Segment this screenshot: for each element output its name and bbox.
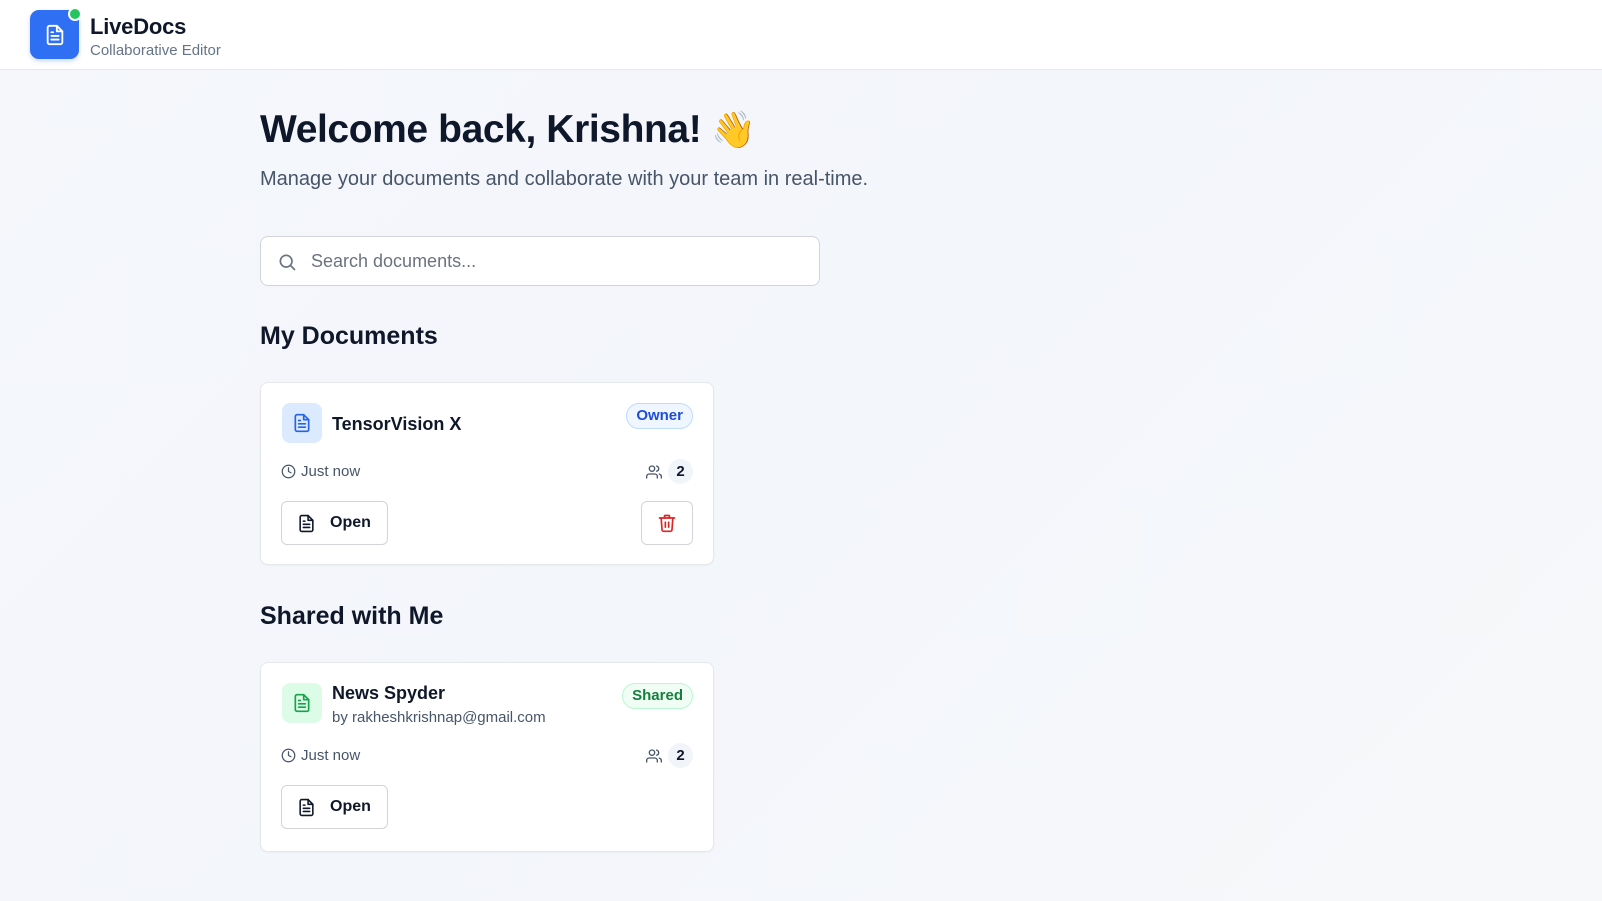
my-documents-heading: My Documents <box>260 322 438 350</box>
search-icon <box>279 254 296 271</box>
open-button-label: Open <box>330 514 371 531</box>
welcome-heading: Welcome back, Krishna! 👋 <box>260 108 756 152</box>
document-title[interactable]: TensorVision X <box>332 414 461 435</box>
document-title[interactable]: News Spyder <box>332 683 445 704</box>
document-owner: by rakheshkrishnap@gmail.com <box>332 709 546 726</box>
clock-icon <box>281 748 296 763</box>
waving-hand-icon: 👋 <box>711 109 756 150</box>
trash-icon <box>658 514 676 533</box>
last-edited: Just now <box>281 747 360 764</box>
online-status-dot <box>68 7 82 21</box>
document-icon <box>282 403 322 443</box>
clock-icon <box>281 464 296 479</box>
search-box <box>260 236 820 286</box>
users-icon <box>646 464 662 479</box>
last-edited: Just now <box>281 463 360 480</box>
last-edited-text: Just now <box>301 463 361 480</box>
welcome-text: Welcome back, Krishna! <box>260 108 702 151</box>
welcome-subtitle: Manage your documents and collaborate wi… <box>260 168 869 190</box>
document-icon <box>282 683 322 723</box>
search-input[interactable] <box>311 237 811 285</box>
shared-document-card[interactable]: News Spyder by rakheshkrishnap@gmail.com… <box>260 662 714 852</box>
shared-badge: Shared <box>622 683 693 709</box>
delete-document-button[interactable] <box>641 501 693 545</box>
open-document-button[interactable]: Open <box>281 501 388 545</box>
file-text-icon <box>299 514 314 532</box>
last-edited-text: Just now <box>301 747 361 764</box>
shared-with-me-heading: Shared with Me <box>260 602 444 630</box>
document-card[interactable]: TensorVision X Owner Just now 2 Open <box>260 382 714 565</box>
document-icon <box>46 24 63 45</box>
collaborator-count: 2 <box>646 459 693 484</box>
users-icon <box>646 748 662 763</box>
collaborator-count: 2 <box>646 743 693 768</box>
collaborator-count-badge: 2 <box>668 459 693 484</box>
top-bar: LiveDocs Collaborative Editor <box>0 0 1602 70</box>
file-text-icon <box>299 798 314 816</box>
collaborator-count-badge: 2 <box>668 743 693 768</box>
open-document-button[interactable]: Open <box>281 785 388 829</box>
app-name: LiveDocs <box>90 14 187 39</box>
owner-badge: Owner <box>626 403 693 429</box>
open-button-label: Open <box>330 798 371 815</box>
app-logo[interactable] <box>30 7 82 59</box>
app-subtitle: Collaborative Editor <box>90 42 221 59</box>
